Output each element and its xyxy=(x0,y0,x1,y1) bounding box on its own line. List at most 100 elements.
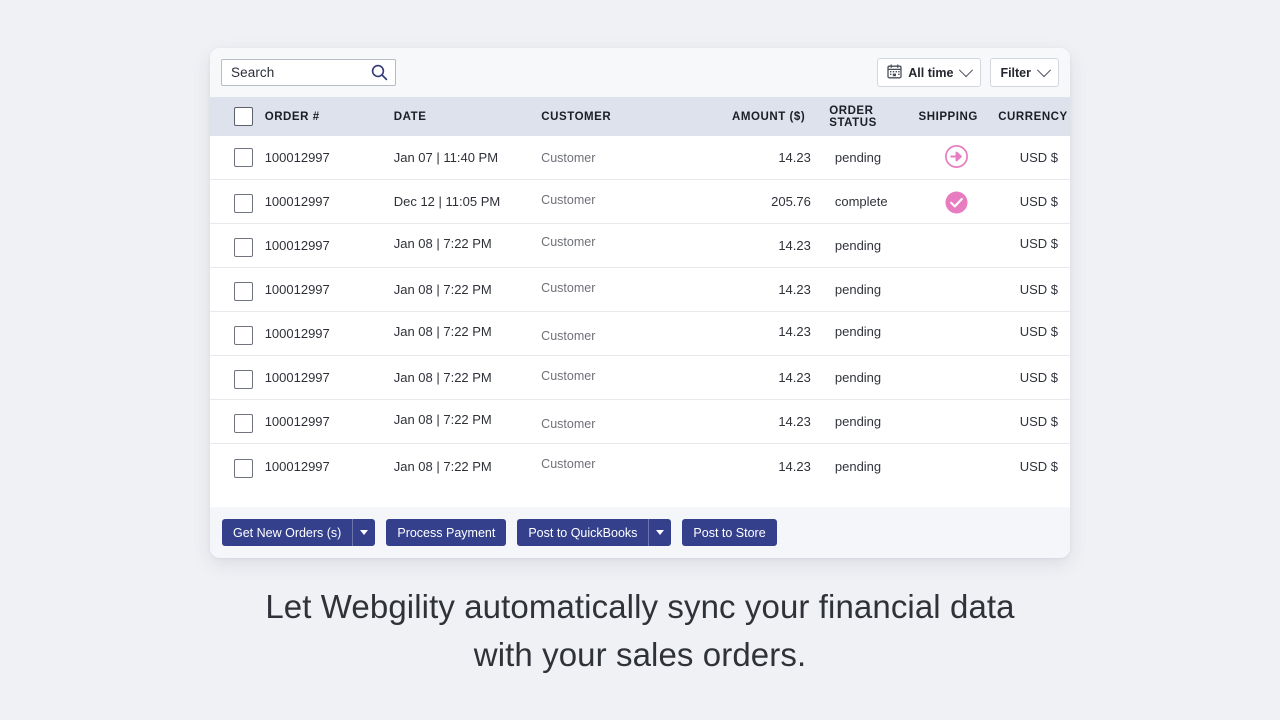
cell-currency: USD $ xyxy=(994,282,1070,297)
table-row[interactable]: 100012997 Jan 08 | 7:22 PM Customer 14.2… xyxy=(210,400,1070,444)
row-checkbox[interactable] xyxy=(210,194,265,213)
cell-date: Dec 12 | 11:05 PM xyxy=(394,194,541,209)
chevron-down-icon xyxy=(1037,63,1051,77)
cell-order: 100012997 xyxy=(265,238,394,253)
cell-status: pending xyxy=(811,414,918,429)
cell-order: 100012997 xyxy=(265,459,394,474)
get-new-orders-button[interactable]: Get New Orders (s) xyxy=(222,519,375,546)
cell-order: 100012997 xyxy=(265,194,394,209)
row-checkbox[interactable] xyxy=(210,414,265,433)
cell-currency: USD $ xyxy=(994,324,1070,339)
cell-currency: USD $ xyxy=(994,414,1070,429)
table-row[interactable]: 100012997 Jan 08 | 7:22 PM Customer 14.2… xyxy=(210,224,1070,268)
cell-amount: 14.23 xyxy=(706,414,811,429)
checkbox-box xyxy=(234,194,253,213)
cell-status: pending xyxy=(811,324,918,339)
cell-amount: 14.23 xyxy=(706,324,811,339)
cell-customer: Customer xyxy=(541,281,706,295)
table-row[interactable]: 100012997 Jan 08 | 7:22 PM Customer 14.2… xyxy=(210,444,1070,488)
column-header-customer[interactable]: CUSTOMER xyxy=(541,111,706,123)
cell-customer: Customer xyxy=(541,193,706,207)
orders-card: Search xyxy=(210,48,1070,558)
arrow-circle-icon[interactable] xyxy=(944,144,969,172)
process-payment-label: Process Payment xyxy=(386,526,506,540)
cell-customer: Customer xyxy=(541,417,706,431)
cell-status: pending xyxy=(811,459,918,474)
row-checkbox[interactable] xyxy=(210,326,265,345)
cell-customer: Customer xyxy=(541,369,706,383)
checkbox-box xyxy=(234,326,253,345)
cell-order: 100012997 xyxy=(265,282,394,297)
post-to-store-button[interactable]: Post to Store xyxy=(682,519,776,546)
caret-down-icon xyxy=(360,530,368,535)
row-checkbox[interactable] xyxy=(210,282,265,301)
date-filter-button[interactable]: All time xyxy=(877,58,981,87)
checkbox-box xyxy=(234,370,253,389)
cell-currency: USD $ xyxy=(994,150,1070,165)
search-input[interactable]: Search xyxy=(221,59,396,86)
caption: Let Webgility automatically sync your fi… xyxy=(0,583,1280,679)
table-row[interactable]: 100012997 Dec 12 | 11:05 PM Customer 205… xyxy=(210,180,1070,224)
table-row[interactable]: 100012997 Jan 08 | 7:22 PM Customer 14.2… xyxy=(210,356,1070,400)
check-circle-icon[interactable] xyxy=(944,190,969,218)
get-new-orders-label: Get New Orders (s) xyxy=(222,526,352,540)
column-header-status[interactable]: ORDER STATUS xyxy=(811,105,918,129)
cell-date: Jan 07 | 11:40 PM xyxy=(394,150,541,165)
cell-amount: 14.23 xyxy=(706,150,811,165)
table-row[interactable]: 100012997 Jan 07 | 11:40 PM Customer 14.… xyxy=(210,136,1070,180)
process-payment-button[interactable]: Process Payment xyxy=(386,519,506,546)
filter-button[interactable]: Filter xyxy=(990,58,1059,87)
post-to-quickbooks-dropdown[interactable] xyxy=(648,519,671,546)
cell-order: 100012997 xyxy=(265,370,394,385)
checkbox-box xyxy=(234,282,253,301)
search-placeholder: Search xyxy=(231,65,371,80)
column-header-amount[interactable]: AMOUNT ($) xyxy=(706,111,811,123)
row-checkbox[interactable] xyxy=(210,370,265,389)
select-all-checkbox[interactable] xyxy=(210,107,265,126)
cell-date: Jan 08 | 7:22 PM xyxy=(394,324,541,339)
cell-order: 100012997 xyxy=(265,326,394,341)
post-to-quickbooks-label: Post to QuickBooks xyxy=(517,526,648,540)
cell-status: pending xyxy=(811,370,918,385)
cell-customer: Customer xyxy=(541,457,706,471)
cell-date: Jan 08 | 7:22 PM xyxy=(394,236,541,251)
cell-status: complete xyxy=(811,194,918,209)
table-row[interactable]: 100012997 Jan 08 | 7:22 PM Customer 14.2… xyxy=(210,312,1070,356)
chevron-down-icon xyxy=(959,63,973,77)
cell-amount: 14.23 xyxy=(706,370,811,385)
cell-amount: 14.23 xyxy=(706,459,811,474)
checkbox-box xyxy=(234,107,253,126)
cell-customer: Customer xyxy=(541,329,706,343)
search-icon[interactable] xyxy=(371,64,388,81)
checkbox-box xyxy=(234,459,253,478)
get-new-orders-dropdown[interactable] xyxy=(352,519,375,546)
cell-currency: USD $ xyxy=(994,236,1070,251)
cell-shipping[interactable] xyxy=(918,144,994,172)
row-checkbox[interactable] xyxy=(210,238,265,257)
action-bar: Get New Orders (s) Process Payment Post … xyxy=(210,507,1070,558)
post-to-quickbooks-button[interactable]: Post to QuickBooks xyxy=(517,519,671,546)
column-header-date[interactable]: DATE xyxy=(394,111,542,123)
row-checkbox[interactable] xyxy=(210,459,265,478)
cell-status: pending xyxy=(811,282,918,297)
caption-line-1: Let Webgility automatically sync your fi… xyxy=(0,583,1280,631)
table-header-row: ORDER # DATE CUSTOMER AMOUNT ($) ORDER S… xyxy=(210,97,1070,136)
toolbar-actions: All time Filter xyxy=(877,58,1059,87)
cell-date: Jan 08 | 7:22 PM xyxy=(394,370,541,385)
cell-date: Jan 08 | 7:22 PM xyxy=(394,412,541,427)
cell-date: Jan 08 | 7:22 PM xyxy=(394,459,541,474)
cell-currency: USD $ xyxy=(994,370,1070,385)
column-header-order[interactable]: ORDER # xyxy=(265,111,394,123)
cell-order: 100012997 xyxy=(265,150,394,165)
calendar-icon xyxy=(887,64,902,82)
date-filter-label: All time xyxy=(908,66,953,80)
cell-customer: Customer xyxy=(541,235,706,249)
cell-status: pending xyxy=(811,150,918,165)
row-checkbox[interactable] xyxy=(210,148,265,167)
cell-currency: USD $ xyxy=(994,194,1070,209)
column-header-currency[interactable]: CURRENCY xyxy=(994,111,1070,123)
cell-shipping[interactable] xyxy=(918,190,994,218)
toolbar: Search xyxy=(210,48,1070,97)
column-header-shipping[interactable]: SHIPPING xyxy=(919,111,995,123)
table-row[interactable]: 100012997 Jan 08 | 7:22 PM Customer 14.2… xyxy=(210,268,1070,312)
